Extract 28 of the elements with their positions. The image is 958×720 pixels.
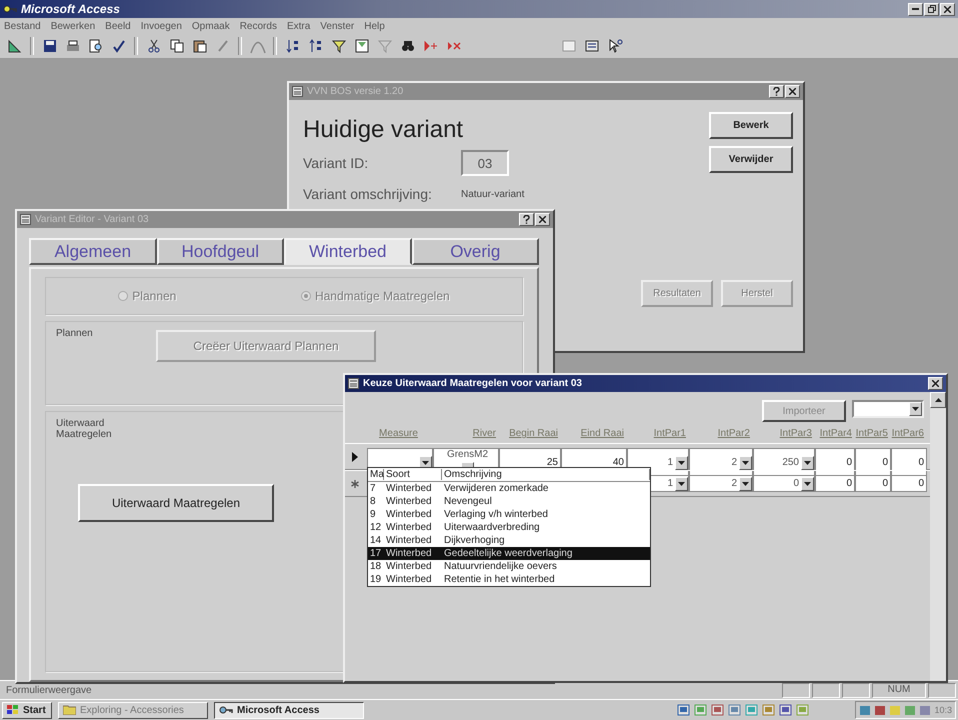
description-value: Natuur-variant: [461, 188, 524, 200]
group-label: Plannen: [56, 328, 94, 339]
column-header: IntPar6: [891, 428, 925, 439]
list-header: Omschrijving: [442, 469, 650, 480]
status-text: Formulierweergave: [5, 684, 93, 696]
field-label: Variant ID:: [303, 155, 370, 171]
group-label: Uiterwaard Maatregelen: [56, 418, 113, 440]
app-title: Microsoft Access: [21, 2, 121, 16]
column-header: IntPar5: [855, 428, 889, 439]
form-heading: Huidige variant: [303, 116, 464, 144]
window-title: Variant Editor - Variant 03: [35, 214, 150, 225]
list-header: Soort: [384, 469, 442, 480]
column-header: IntPar4: [818, 428, 853, 439]
column-header: River: [472, 428, 497, 439]
column-header: Begin Raai: [508, 428, 559, 439]
radio-label: Handmatige Maatregelen: [314, 289, 450, 303]
status-indicator: NUM: [872, 682, 926, 698]
column-header: IntPar1: [652, 428, 687, 439]
list-header: Ma: [368, 469, 384, 480]
window-title: VVN BOS versie 1.20: [307, 86, 404, 97]
window-title: Keuze Uiterwaard Maatregelen voor variant 03: [363, 378, 583, 389]
column-header: Measure: [378, 428, 419, 439]
column-header: Eind Raai: [580, 428, 625, 439]
column-header: IntPar3: [778, 428, 813, 439]
clock: 10:3: [934, 705, 952, 715]
field-label: Variant omschrijving:: [303, 186, 433, 202]
column-header: IntPar2: [716, 428, 751, 439]
radio-label: Plannen: [132, 289, 176, 303]
